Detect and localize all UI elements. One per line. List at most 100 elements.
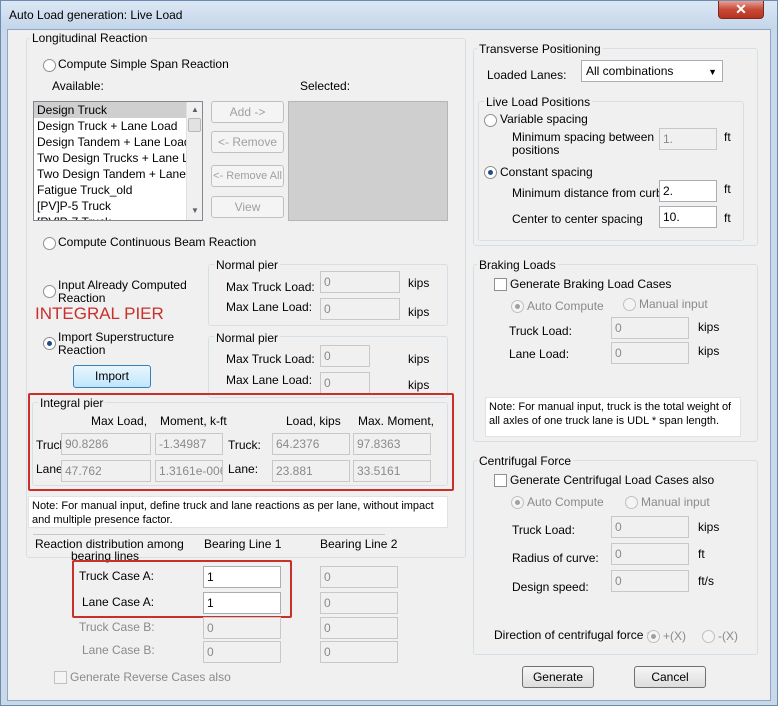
normal-pier-title-1: Normal pier — [214, 258, 281, 272]
lane-case-b-label: Lane Case B: — [82, 643, 155, 657]
min-spacing-label-2: positions — [512, 143, 560, 157]
generate-button[interactable]: Generate — [522, 666, 594, 688]
min-spacing-label: Minimum spacing between — [512, 130, 655, 144]
centrifugal-manual-radio[interactable] — [625, 496, 638, 509]
longitudinal-note: Note: For manual input, define truck and… — [28, 496, 448, 528]
centrifugal-truck-field[interactable]: 0 — [611, 516, 689, 538]
np1-max-truck-label: Max Truck Load: — [226, 280, 315, 294]
centrifugal-auto-radio[interactable] — [511, 496, 524, 509]
lane-case-a-bl2[interactable]: 0 — [320, 592, 398, 614]
scroll-thumb[interactable] — [188, 118, 201, 132]
input-computed-radio[interactable] — [43, 285, 56, 298]
scroll-up-icon[interactable]: ▲ — [191, 105, 199, 114]
integral-pier-heading: INTEGRAL PIER — [35, 304, 164, 323]
min-spacing-field[interactable]: 1. — [659, 128, 717, 150]
loaded-lanes-label: Loaded Lanes: — [487, 68, 567, 82]
radius-field[interactable]: 0 — [611, 543, 689, 565]
centrifugal-checkbox[interactable] — [494, 474, 507, 487]
simple-span-radio[interactable] — [43, 59, 56, 72]
np2-max-truck-label: Max Truck Load: — [226, 352, 315, 366]
available-label: Available: — [52, 79, 104, 93]
np1-max-truck-field[interactable]: 0 — [320, 271, 400, 293]
selected-list[interactable] — [288, 101, 448, 221]
remove-button[interactable]: <- Remove — [211, 131, 284, 153]
braking-generate-label: Generate Braking Load Cases — [510, 277, 672, 291]
close-button[interactable]: ✕ — [718, 1, 764, 19]
input-computed-label: Input Already Computed — [58, 278, 187, 292]
cancel-button[interactable]: Cancel — [634, 666, 706, 688]
longitudinal-reaction-title: Longitudinal Reaction — [30, 31, 150, 45]
reaction-divider — [33, 534, 385, 535]
available-items: Design Truck Design Truck + Lane Load Desi… — [34, 102, 202, 220]
variable-spacing-radio[interactable] — [484, 114, 497, 127]
centrifugal-title: Centrifugal Force — [477, 454, 574, 468]
scroll-down-icon[interactable]: ▼ — [191, 206, 199, 215]
import-superstructure-label: Import Superstructure — [58, 330, 175, 344]
braking-auto-radio[interactable] — [511, 300, 524, 313]
radius-label: Radius of curve: — [512, 551, 599, 565]
loaded-lanes-select[interactable]: All combinations ▼ — [581, 60, 723, 82]
min-curb-field[interactable]: 2. — [659, 180, 717, 202]
np2-unit-2: kips — [408, 378, 430, 392]
available-list-item[interactable]: Design Truck — [34, 102, 186, 118]
available-list-item[interactable]: Two Design Tandem + Lane Load — [34, 166, 202, 182]
title-bar[interactable]: Auto Load generation: Live Load ✕ — [1, 1, 777, 29]
reverse-cases-label: Generate Reverse Cases also — [70, 670, 231, 684]
available-list-item[interactable]: Design Tandem + Lane Load — [34, 134, 191, 150]
np1-max-lane-field[interactable]: 0 — [320, 298, 400, 320]
view-button[interactable]: View — [211, 196, 284, 218]
braking-lane-label: Lane Load: — [509, 347, 570, 361]
centrifugal-truck-label: Truck Load: — [512, 523, 575, 537]
braking-auto-label: Auto Compute — [527, 299, 604, 313]
np2-max-truck-field[interactable]: 0 — [320, 345, 370, 367]
available-list[interactable]: Design Truck Design Truck + Lane Load Desi… — [33, 101, 203, 221]
reverse-cases-checkbox[interactable] — [54, 671, 67, 684]
plus-x-label: +(X) — [663, 629, 687, 643]
truck-case-a-bl2[interactable]: 0 — [320, 566, 398, 588]
braking-checkbox[interactable] — [494, 278, 507, 291]
import-superstructure-label-2: Reaction — [58, 343, 106, 357]
available-list-item[interactable]: Design Truck + Lane Load — [34, 118, 186, 134]
centrifugal-manual-label: Manual input — [641, 495, 710, 509]
center-spacing-field[interactable]: 10. — [659, 206, 717, 228]
braking-lane-field[interactable]: 0 — [611, 342, 689, 364]
np2-max-lane-field[interactable]: 0 — [320, 372, 370, 394]
plus-x-radio[interactable] — [647, 630, 660, 643]
constant-spacing-radio[interactable] — [484, 166, 497, 179]
speed-unit: ft/s — [698, 574, 715, 588]
speed-field[interactable]: 0 — [611, 570, 689, 592]
braking-truck-unit: kips — [698, 320, 720, 334]
available-list-item[interactable]: Fatigue Truck_old — [34, 182, 186, 198]
continuous-beam-radio[interactable] — [43, 237, 56, 250]
window-title: Auto Load generation: Live Load — [9, 8, 183, 22]
live-load-positions-title: Live Load Positions — [484, 95, 593, 109]
available-list-item[interactable]: [PV]P-5 Truck — [34, 198, 186, 214]
lane-case-b-bl1[interactable]: 0 — [203, 641, 281, 663]
chevron-down-icon: ▼ — [708, 67, 717, 77]
centrifugal-auto-label: Auto Compute — [527, 495, 604, 509]
continuous-beam-label: Compute Continuous Beam Reaction — [58, 235, 257, 249]
dialog-window: Auto Load generation: Live Load ✕ Longit… — [0, 0, 778, 706]
loaded-lanes-value: All combinations — [586, 64, 674, 78]
speed-label: Design speed: — [512, 580, 589, 594]
braking-manual-label: Manual input — [639, 297, 708, 311]
braking-truck-label: Truck Load: — [509, 324, 572, 338]
min-spacing-unit: ft — [724, 130, 731, 144]
available-list-item[interactable]: Two Design Trucks + Lane Load — [34, 150, 202, 166]
normal-pier-title-2: Normal pier — [214, 331, 281, 345]
minus-x-label: -(X) — [718, 629, 738, 643]
available-scrollbar[interactable]: ▲ ▼ — [186, 102, 202, 220]
braking-truck-field[interactable]: 0 — [611, 317, 689, 339]
truck-case-b-bl2[interactable]: 0 — [320, 617, 398, 639]
add-button[interactable]: Add -> — [211, 101, 284, 123]
remove-all-button[interactable]: <- Remove All — [211, 165, 284, 187]
import-button[interactable]: Import — [73, 365, 151, 388]
available-list-item[interactable]: [PV]P-7 Truck — [34, 214, 186, 220]
minus-x-radio[interactable] — [702, 630, 715, 643]
lane-case-b-bl2[interactable]: 0 — [320, 641, 398, 663]
truck-case-b-bl1[interactable]: 0 — [203, 617, 281, 639]
import-superstructure-radio[interactable] — [43, 337, 56, 350]
bearing-line-1-label: Bearing Line 1 — [204, 537, 282, 551]
direction-label: Direction of centrifugal force : — [494, 628, 651, 642]
braking-manual-radio[interactable] — [623, 298, 636, 311]
